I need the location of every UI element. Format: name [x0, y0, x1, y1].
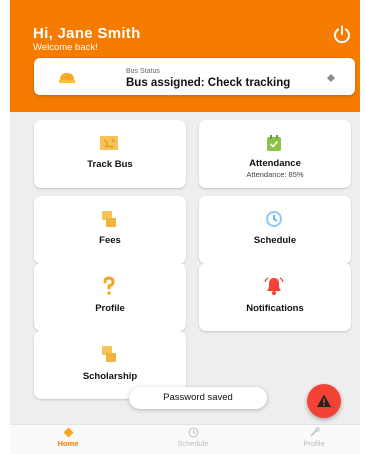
home-icon: [63, 427, 73, 438]
receipt-icon: [102, 211, 116, 227]
tile-label: Profile: [95, 303, 125, 314]
tile-fees[interactable]: Fees: [34, 196, 186, 264]
warning-icon: [317, 394, 331, 407]
bus-status-card[interactable]: Bus Status Bus assigned: Check tracking: [34, 58, 355, 95]
chevron-icon[interactable]: [326, 73, 336, 83]
scholarship-icon: [102, 346, 116, 362]
bottom-nav: Home Schedule Profile: [10, 424, 360, 454]
nav-item-profile[interactable]: Profile: [279, 427, 349, 448]
nav-label-profile: Profile: [303, 439, 325, 448]
tile-profile[interactable]: Profile: [34, 263, 186, 331]
calendar-check-icon: [267, 135, 281, 151]
tile-label: Attendance: [249, 158, 301, 169]
tile-label: Fees: [99, 235, 121, 246]
settings-icon: [310, 427, 320, 437]
tile-label: Schedule: [253, 235, 297, 246]
toast-message: Password saved: [129, 387, 267, 409]
tile-attendance[interactable]: Attendance Attendance: 85%: [199, 120, 351, 188]
bell-icon: [264, 277, 284, 295]
tile-label: Scholarship: [82, 371, 138, 382]
clock-icon: [188, 427, 198, 438]
question-mark-icon: [103, 276, 115, 295]
tile-schedule[interactable]: Schedule: [199, 196, 351, 264]
nav-item-home[interactable]: Home: [33, 427, 103, 448]
clock-icon: [266, 211, 282, 227]
app-header: Hi, Jane Smith Welcome back! Bus Status …: [10, 0, 360, 112]
attendance-percentage: Attendance: 85%: [246, 170, 304, 179]
nav-item-schedule[interactable]: Schedule: [158, 427, 228, 448]
power-icon[interactable]: [332, 24, 352, 44]
tile-notifications[interactable]: Notifications: [199, 263, 351, 331]
nav-label-schedule: Schedule: [177, 439, 209, 448]
tile-label: Notifications: [246, 303, 304, 314]
greeting-title: Hi, Jane Smith: [33, 25, 141, 42]
app-screen: Hi, Jane Smith Welcome back! Bus Status …: [10, 0, 360, 454]
map-icon: [100, 136, 118, 150]
welcome-subtitle: Welcome back!: [33, 42, 98, 53]
bus-icon: [59, 73, 75, 83]
tile-label: Track Bus: [87, 159, 133, 170]
tile-track-bus[interactable]: Track Bus: [34, 120, 186, 188]
bus-status-value: Bus assigned: Check tracking: [126, 77, 291, 89]
nav-label-home: Home: [57, 439, 79, 448]
sos-button[interactable]: [307, 384, 341, 418]
bus-status-label: Bus Status: [126, 68, 160, 75]
